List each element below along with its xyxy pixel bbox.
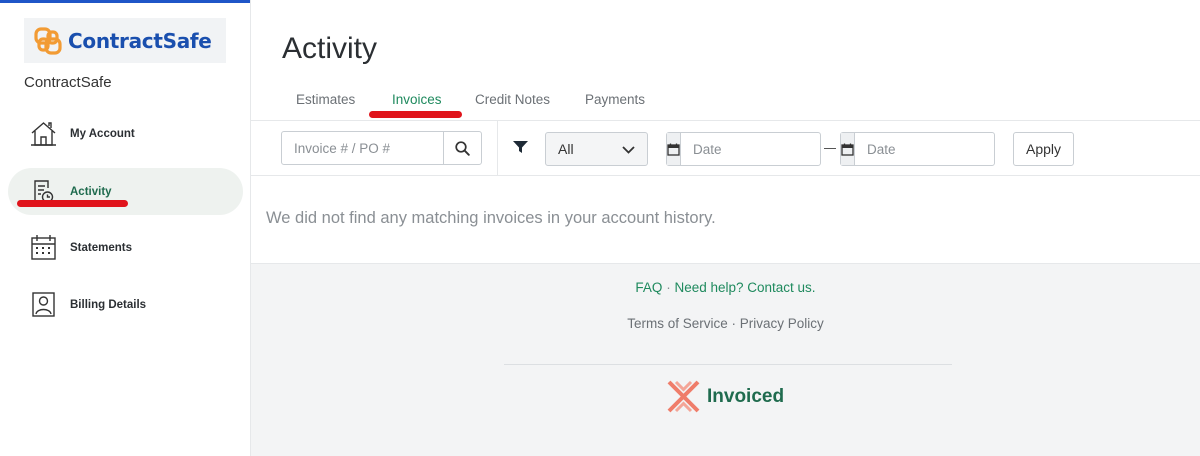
home-icon xyxy=(30,120,57,147)
footer: FAQ · Need help? Contact us. Terms of Se… xyxy=(251,263,1200,456)
footer-divider xyxy=(504,364,952,365)
sidebar-item-label: Billing Details xyxy=(70,298,147,311)
annotation-underline xyxy=(369,111,462,118)
date-from-field xyxy=(666,132,870,166)
top-accent-bar xyxy=(0,0,250,3)
invoice-search-input[interactable] xyxy=(282,132,443,164)
status-select-value: All xyxy=(558,141,574,157)
sidebar-item-label: My Account xyxy=(70,127,135,140)
main-content: Activity Estimates Invoices Credit Notes… xyxy=(251,0,1200,456)
apply-button[interactable]: Apply xyxy=(1013,132,1074,166)
tab-estimates[interactable]: Estimates xyxy=(296,92,355,107)
filter-bar: All xyxy=(251,120,1200,176)
divider xyxy=(497,121,498,176)
contractsafe-logo-icon xyxy=(34,26,62,55)
contact-link[interactable]: Need help? Contact us. xyxy=(674,280,815,295)
search-box xyxy=(281,131,482,165)
date-to-field xyxy=(840,132,1044,166)
footer-help-links: FAQ · Need help? Contact us. xyxy=(251,280,1200,295)
company-logo: ContractSafe xyxy=(24,18,226,63)
tab-payments[interactable]: Payments xyxy=(585,92,645,107)
date-range-dash xyxy=(824,148,836,149)
calendar-icon xyxy=(667,143,680,156)
sidebar-item-activity[interactable]: Activity xyxy=(8,168,243,215)
empty-state-message: We did not find any matching invoices in… xyxy=(266,209,716,227)
company-name: ContractSafe xyxy=(24,74,112,91)
tab-invoices[interactable]: Invoices xyxy=(392,92,442,107)
sidebar-item-billing-details[interactable]: Billing Details xyxy=(8,281,243,328)
separator: · xyxy=(731,316,737,331)
terms-link[interactable]: Terms of Service xyxy=(627,316,728,331)
annotation-underline xyxy=(17,200,128,207)
sidebar-item-label: Activity xyxy=(70,185,112,198)
filter-icon xyxy=(513,141,528,159)
chevron-down-icon xyxy=(622,143,635,159)
invoiced-logo-icon xyxy=(667,380,700,413)
separator: · xyxy=(666,280,671,295)
calendar-icon xyxy=(30,234,57,261)
search-button[interactable] xyxy=(443,132,481,164)
logo-text: ContractSafe xyxy=(68,28,212,53)
privacy-link[interactable]: Privacy Policy xyxy=(740,316,824,331)
faq-link[interactable]: FAQ xyxy=(635,280,662,295)
calendar-button[interactable] xyxy=(841,133,855,165)
sidebar-item-statements[interactable]: Statements xyxy=(8,224,243,271)
invoiced-brand-text: Invoiced xyxy=(707,385,785,407)
status-select[interactable]: All xyxy=(545,132,648,166)
footer-legal-links: Terms of Service · Privacy Policy xyxy=(251,316,1200,331)
user-card-icon xyxy=(30,291,57,318)
page-title: Activity xyxy=(282,32,378,65)
tab-credit-notes[interactable]: Credit Notes xyxy=(475,92,550,107)
app: ContractSafe ContractSafe My Account Act… xyxy=(0,0,1200,456)
sidebar: ContractSafe ContractSafe My Account Act… xyxy=(0,0,251,456)
search-icon xyxy=(455,140,470,156)
sidebar-item-my-account[interactable]: My Account xyxy=(8,110,243,157)
sidebar-item-label: Statements xyxy=(70,241,132,254)
calendar-button[interactable] xyxy=(667,133,681,165)
invoiced-brand: Invoiced xyxy=(667,380,784,413)
calendar-icon xyxy=(841,143,854,156)
